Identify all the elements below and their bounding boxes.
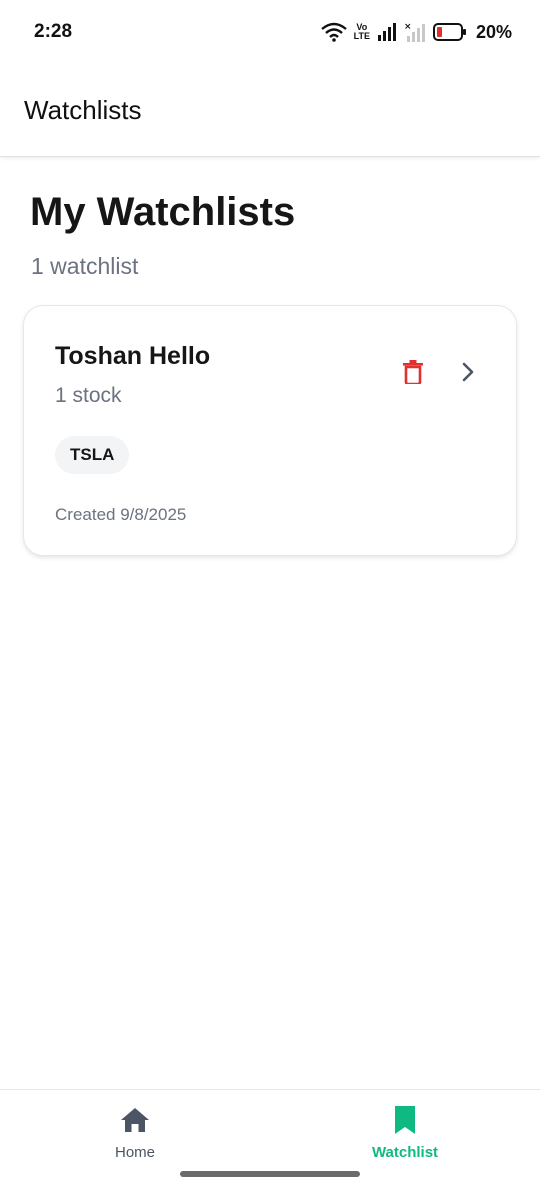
home-icon	[120, 1105, 150, 1135]
watchlist-stock-count: 1 stock	[55, 384, 122, 407]
svg-text:×: ×	[404, 22, 412, 32]
bookmark-icon	[394, 1105, 416, 1135]
signal-icon	[377, 23, 397, 41]
status-icons: Vo LTE × 20%	[320, 21, 512, 43]
wifi-icon	[320, 22, 347, 42]
watchlist-created-date: Created 9/8/2025	[55, 505, 187, 524]
nav-label-watchlist: Watchlist	[371, 1144, 439, 1161]
watchlist-card[interactable]: Toshan Hello 1 stock TSLA Created 9/8/20…	[23, 305, 517, 556]
watchlist-count: 1 watchlist	[31, 253, 139, 279]
chevron-right-icon	[461, 362, 475, 387]
ticker-chip[interactable]: TSLA	[55, 436, 130, 474]
app-bar-title: Watchlists	[24, 94, 142, 125]
page-title: My Watchlists	[30, 190, 296, 234]
status-time: 2:28	[34, 21, 73, 42]
signal-no-service-icon: ×	[404, 22, 426, 42]
volte-line2: LTE	[353, 31, 370, 41]
screen: 2:28 Vo LTE × 20% Watchlists My Watchlis…	[0, 0, 540, 1188]
battery-icon	[432, 23, 467, 41]
watchlist-name: Toshan Hello	[55, 342, 211, 370]
trash-icon	[403, 359, 423, 389]
home-indicator[interactable]	[180, 1171, 360, 1177]
volte-badge: Vo LTE	[354, 23, 370, 41]
battery-percent: 20%	[475, 21, 512, 42]
delete-watchlist-button[interactable]	[396, 357, 430, 391]
status-bar: 2:28 Vo LTE × 20%	[0, 0, 540, 64]
app-bar: Watchlists	[0, 64, 540, 157]
nav-item-watchlist[interactable]: Watchlist	[335, 1090, 475, 1170]
nav-label-home: Home	[114, 1144, 155, 1161]
open-watchlist-button[interactable]	[451, 357, 485, 391]
nav-item-home[interactable]: Home	[65, 1090, 205, 1170]
